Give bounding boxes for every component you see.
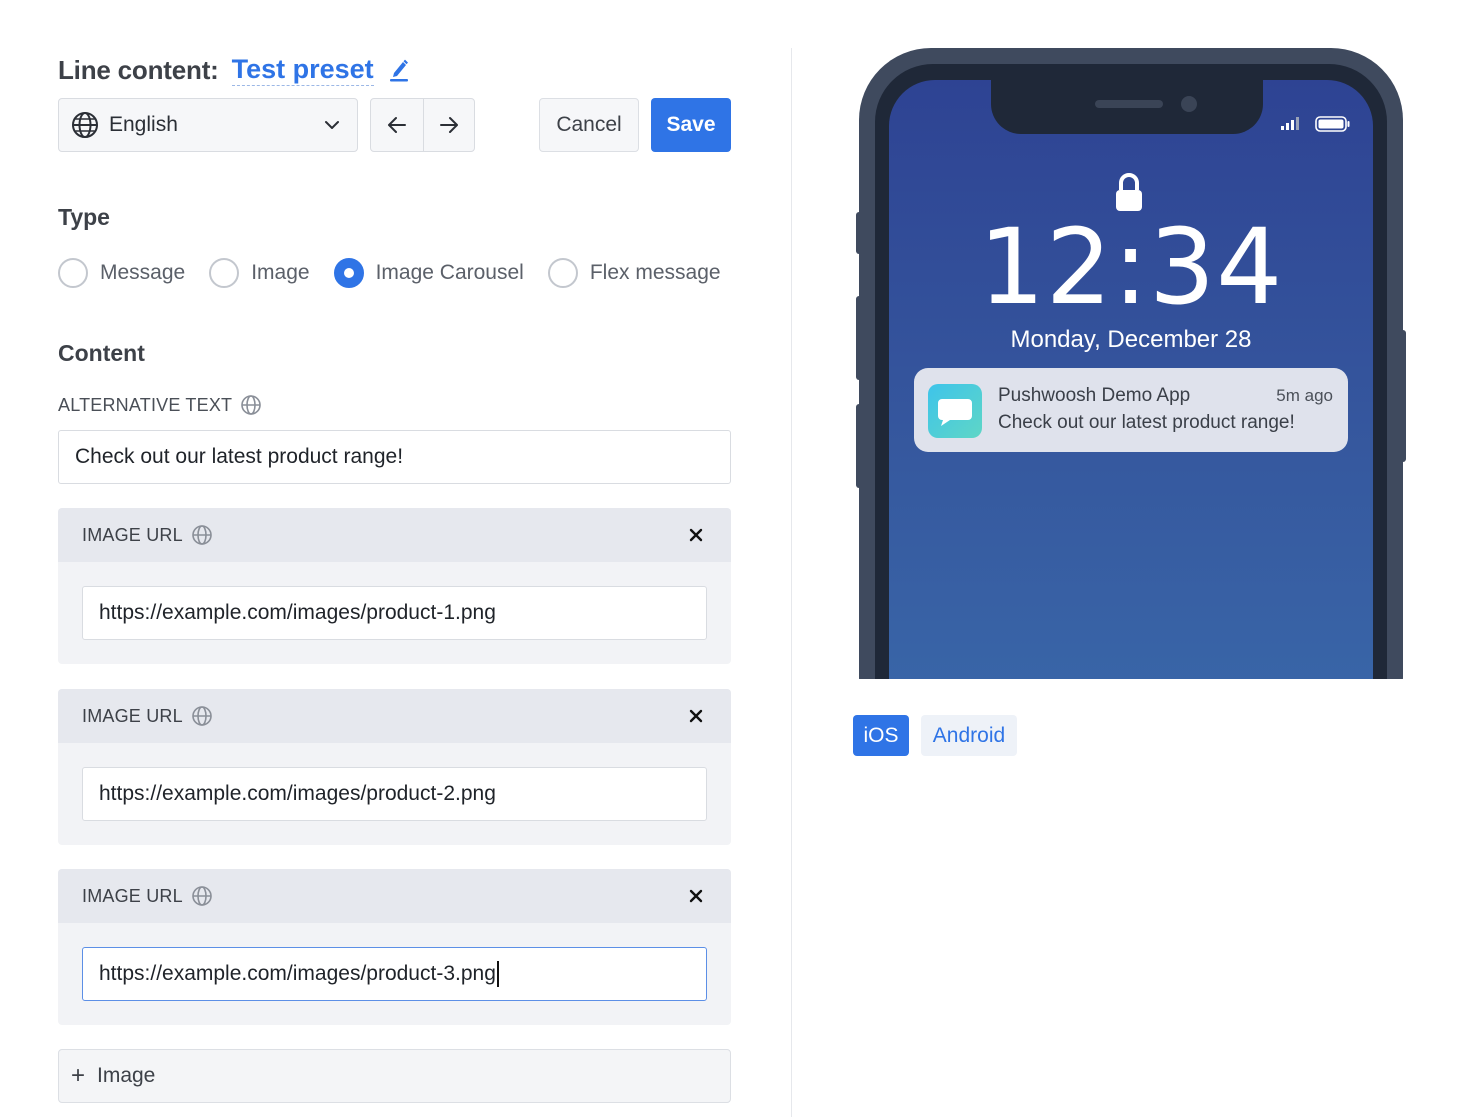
language-select[interactable]: English: [58, 98, 358, 152]
language-nav: [370, 98, 475, 152]
radio-circle[interactable]: [209, 258, 240, 288]
type-section-title: Type: [58, 204, 110, 230]
page-title: Line content:: [58, 54, 219, 85]
radio-circle[interactable]: [58, 258, 88, 288]
editor-panel: Line content: Test preset English Cancel…: [58, 0, 731, 1117]
image-url-label: IMAGE URL: [82, 705, 183, 726]
notification-message: Check out our latest product range!: [998, 412, 1295, 433]
save-button[interactable]: Save: [651, 98, 731, 152]
speaker: [1095, 100, 1163, 108]
type-option-label: Flex message: [589, 261, 721, 284]
image-url-card-header: IMAGE URL: [58, 689, 731, 743]
next-language-button[interactable]: [422, 99, 475, 151]
image-url-card: IMAGE URL https://example.com/images/pro…: [58, 508, 731, 664]
arrow-left-icon: [387, 117, 406, 133]
toolbar: English Cancel Save: [58, 98, 731, 152]
globe-icon[interactable]: [240, 394, 262, 416]
image-url-label: IMAGE URL: [82, 885, 183, 906]
close-icon[interactable]: [687, 526, 705, 544]
image-url-input[interactable]: https://example.com/images/product-2.png: [82, 767, 707, 821]
phone-screen: 12:34 Monday, December 28 Pushwoosh Demo…: [889, 80, 1373, 679]
image-url-card: IMAGE URL https://example.com/images/pro…: [58, 689, 731, 845]
preview-panel: 12:34 Monday, December 28 Pushwoosh Demo…: [792, 0, 1470, 1117]
plus-icon: +: [71, 1062, 86, 1089]
prev-language-button[interactable]: [371, 99, 423, 151]
image-url-input[interactable]: https://example.com/images/product-1.png: [82, 586, 707, 640]
chevron-down-icon: [325, 121, 339, 129]
type-option-message[interactable]: Message: [58, 258, 185, 288]
globe-icon[interactable]: [191, 705, 213, 727]
title-row: Line content: Test preset: [58, 52, 410, 88]
cancel-button[interactable]: Cancel: [539, 98, 639, 152]
globe-icon[interactable]: [191, 524, 213, 546]
type-option-image[interactable]: Image: [209, 258, 310, 288]
add-image-label: Image: [97, 1064, 156, 1087]
camera: [1181, 96, 1197, 112]
alt-text-input[interactable]: Check out our latest product range!: [58, 430, 731, 484]
phone-notch: [991, 80, 1263, 134]
add-image-button[interactable]: + Image: [58, 1049, 731, 1103]
image-url-card-header: IMAGE URL: [58, 508, 731, 562]
globe-icon[interactable]: [191, 885, 213, 907]
phone-bezel: 12:34 Monday, December 28 Pushwoosh Demo…: [875, 64, 1387, 679]
status-bar: [1281, 116, 1351, 132]
notification-app-name: Pushwoosh Demo App: [998, 385, 1191, 406]
image-url-label: IMAGE URL: [82, 524, 183, 545]
platform-tabs: iOS Android: [853, 715, 1017, 756]
alt-text-label-row: ALTERNATIVE TEXT: [58, 394, 262, 416]
image-url-card-header: IMAGE URL: [58, 869, 731, 923]
type-radio-group: Message Image Image Carousel Flex messag…: [58, 256, 721, 290]
text-caret: [496, 961, 499, 987]
radio-circle[interactable]: [547, 258, 578, 288]
image-url-value: https://example.com/images/product-3.png: [99, 962, 496, 985]
close-icon[interactable]: [687, 707, 705, 725]
type-option-flex-message[interactable]: Flex message: [547, 258, 721, 288]
lockscreen-date: Monday, December 28: [1010, 326, 1252, 353]
alt-text-label: ALTERNATIVE TEXT: [58, 394, 233, 415]
image-url-input-focused[interactable]: https://example.com/images/product-3.png: [82, 947, 707, 1001]
type-option-label: Message: [100, 261, 186, 284]
pencil-icon[interactable]: [388, 57, 410, 83]
lockscreen-time: 12:34: [978, 206, 1284, 328]
type-option-label: Image Carousel: [375, 261, 524, 284]
image-url-card: IMAGE URL https://example.com/images/pro…: [58, 869, 731, 1025]
type-option-image-carousel[interactable]: Image Carousel: [333, 258, 524, 288]
tab-ios[interactable]: iOS: [853, 715, 909, 756]
phone-frame: 12:34 Monday, December 28 Pushwoosh Demo…: [859, 48, 1403, 679]
phone-preview: 12:34 Monday, December 28 Pushwoosh Demo…: [850, 48, 1412, 679]
preset-name-link[interactable]: Test preset: [231, 54, 374, 86]
chat-bubble-icon: [938, 399, 972, 426]
language-value: English: [109, 113, 178, 136]
close-icon[interactable]: [687, 887, 705, 905]
type-option-label: Image: [251, 261, 310, 284]
signal-icon: [1281, 117, 1299, 130]
notification-time: 5m ago: [1276, 386, 1333, 405]
tab-android[interactable]: Android: [921, 715, 1017, 756]
push-notification[interactable]: Pushwoosh Demo App 5m ago Check out our …: [914, 368, 1348, 452]
radio-circle-checked[interactable]: [333, 258, 364, 288]
app-icon: [928, 384, 982, 438]
globe-icon: [72, 112, 98, 138]
battery-icon: [1315, 116, 1350, 132]
arrow-right-icon: [439, 117, 458, 133]
content-section-title: Content: [58, 340, 145, 366]
